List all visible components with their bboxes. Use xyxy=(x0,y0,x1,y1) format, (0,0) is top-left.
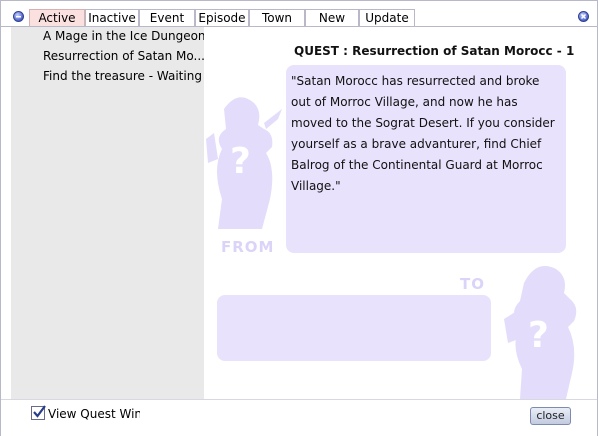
svg-text:?: ? xyxy=(528,315,549,356)
to-label: TO xyxy=(460,275,485,293)
quest-description: "Satan Morocc has resurrected and broke … xyxy=(291,74,555,193)
quest-window: Active Inactive Event Episode Town New U… xyxy=(0,0,598,436)
checkmark-icon xyxy=(33,405,46,418)
view-quest-checkbox[interactable] xyxy=(31,405,46,420)
close-button[interactable]: close xyxy=(530,407,571,425)
quest-list-item[interactable]: Find the treasure - Waiting xyxy=(43,69,202,83)
quest-detail-panel: ? ? FROM TO QUEST : Resurrection of Sata… xyxy=(204,27,588,399)
quest-list-item[interactable]: Resurrection of Satan Mo... xyxy=(43,49,205,63)
svg-text:?: ? xyxy=(230,141,251,182)
quest-description-box: "Satan Morocc has resurrected and broke … xyxy=(286,65,566,253)
tab-episode[interactable]: Episode xyxy=(195,9,249,27)
tab-event[interactable]: Event xyxy=(139,9,195,27)
tab-active[interactable]: Active xyxy=(29,9,85,27)
view-quest-label: View Quest Wind xyxy=(48,407,140,421)
from-label: FROM xyxy=(221,238,275,256)
npc-silhouette-from-icon: ? xyxy=(206,97,282,229)
minimize-icon[interactable] xyxy=(13,11,24,22)
tab-town[interactable]: Town xyxy=(249,9,305,27)
tab-new[interactable]: New xyxy=(305,9,359,27)
quest-reward-box xyxy=(217,295,491,361)
close-window-icon[interactable] xyxy=(578,11,589,22)
npc-silhouette-to-icon: ? xyxy=(504,266,577,399)
tab-bar: Active Inactive Event Episode Town New U… xyxy=(1,1,597,27)
quest-list-item[interactable]: A Mage in the Ice Dungeon xyxy=(43,29,206,43)
bottom-bar: View Quest Wind close xyxy=(1,399,597,436)
tab-inactive[interactable]: Inactive xyxy=(85,9,139,27)
tab-update[interactable]: Update xyxy=(359,9,415,27)
quest-title: QUEST : Resurrection of Satan Morocc - 1 xyxy=(294,44,575,58)
quest-list: A Mage in the Ice Dungeon Resurrection o… xyxy=(11,27,206,399)
